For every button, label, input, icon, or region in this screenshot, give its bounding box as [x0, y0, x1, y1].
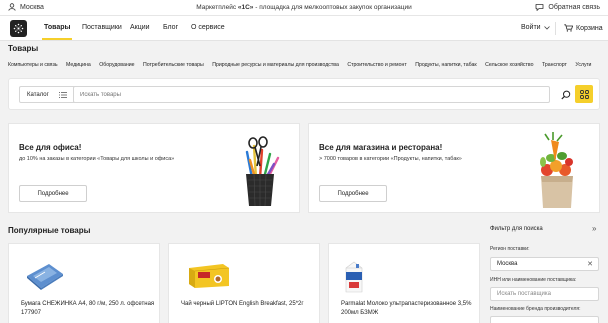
page-title: Товары: [8, 44, 39, 53]
banner-title: Все для магазина и ресторана!: [319, 143, 443, 152]
product-card[interactable]: Бумага СНЕЖИНКА А4, 80 г/м, 250 л. офсет…: [8, 243, 160, 323]
brand-label: Наименование бренда производителя:: [490, 306, 581, 312]
search-icon: [560, 90, 570, 99]
list-icon: [58, 91, 67, 98]
logo-icon: [13, 23, 24, 34]
category-link[interactable]: Сельское хозяйство: [485, 62, 533, 68]
product-card[interactable]: Чай черный LIPTON English Breakfast, 25*…: [168, 243, 320, 323]
promo-brand: «1С»: [237, 4, 254, 11]
tab-about[interactable]: О сервисе: [191, 24, 225, 31]
product-name: Чай черный LIPTON English Breakfast, 25*…: [181, 301, 304, 307]
search-panel: Каталог: [8, 78, 600, 110]
cart-icon: [564, 24, 573, 32]
region-field[interactable]: Москва ✕: [490, 257, 599, 271]
promo-text: Маркетплейс «1С» - площадка для мелкоопт…: [0, 4, 608, 11]
collapse-icon[interactable]: »: [592, 224, 596, 233]
product-card[interactable]: Parmalat Молоко ультрапастеризованное 3,…: [328, 243, 480, 323]
promo-banner-office[interactable]: Все для офиса! до 10% на заказы в катего…: [8, 123, 300, 213]
marketplace-logo[interactable]: [10, 20, 27, 37]
category-link[interactable]: Транспорт: [542, 62, 567, 68]
nav-divider: [555, 22, 556, 35]
category-link[interactable]: Компьютеры и связь: [8, 62, 58, 68]
top-bar: Москва Маркетплейс «1С» - площадка для м…: [0, 0, 608, 16]
catalog-label: Каталог: [27, 91, 49, 98]
tea-box-image: [189, 264, 230, 288]
promo-prefix: Маркетплейс: [196, 4, 238, 11]
login-label: Войти: [521, 24, 541, 31]
stationery-cup-image: [245, 136, 280, 207]
tab-blog[interactable]: Блог: [163, 24, 178, 31]
supplier-search-input[interactable]: Искать поставщика: [490, 287, 599, 301]
clear-icon[interactable]: ✕: [587, 260, 593, 268]
filter-title: Фильтр для поиска: [490, 226, 543, 232]
category-link[interactable]: Природные ресурсы и материалы для произв…: [212, 62, 339, 68]
popular-products-title: Популярные товары: [8, 226, 91, 235]
paper-pack-image: [27, 264, 63, 290]
main-nav: Товары Поставщики Акции Блог О сервисе В…: [0, 16, 608, 41]
more-button[interactable]: Подробнее: [19, 185, 87, 202]
catalog-button[interactable]: Каталог: [19, 86, 77, 103]
more-button[interactable]: Подробнее: [319, 185, 387, 202]
tab-goods[interactable]: Товары: [41, 24, 73, 40]
category-list: Компьютеры и связь Медицина Оборудование…: [8, 62, 600, 68]
grid-icon: [579, 89, 589, 99]
search-input[interactable]: [73, 86, 550, 103]
tab-promotions[interactable]: Акции: [130, 24, 150, 31]
grocery-bag-image: [540, 132, 573, 208]
tab-suppliers[interactable]: Поставщики: [82, 24, 122, 31]
product-name: Бумага СНЕЖИНКА А4, 80 г/м, 250 л. офсет…: [21, 301, 155, 316]
region-value: Москва: [497, 261, 518, 267]
cart-button[interactable]: Корзина: [564, 24, 603, 32]
region-label: Регион поставки:: [490, 246, 530, 252]
chat-icon: [536, 4, 544, 11]
promo-suffix: - площадка для мелкооптовых закупок орга…: [253, 4, 412, 11]
category-link[interactable]: Продукты, напитки, табак: [415, 62, 476, 68]
category-link[interactable]: Оборудование: [99, 62, 134, 68]
category-link[interactable]: Строительство и ремонт: [347, 62, 406, 68]
search-filter-panel: Фильтр для поиска » Регион поставки: Мос…: [484, 223, 608, 323]
milk-carton-image: [345, 261, 363, 293]
search-button[interactable]: [557, 86, 574, 103]
category-link[interactable]: Услуги: [575, 62, 591, 68]
category-grid-button[interactable]: [575, 85, 593, 103]
feedback-label: Обратная связь: [548, 3, 600, 11]
category-link[interactable]: Потребительские товары: [143, 62, 204, 68]
inn-label: ИНН или наименование поставщика:: [490, 277, 577, 283]
promo-banner-shop[interactable]: Все для магазина и ресторана! > 7000 тов…: [308, 123, 600, 213]
banner-title: Все для офиса!: [19, 143, 82, 152]
brand-field[interactable]: [490, 316, 599, 323]
feedback-link[interactable]: Обратная связь: [535, 3, 600, 11]
product-name: Parmalat Молоко ультрапастеризованное 3,…: [341, 301, 472, 316]
chevron-down-icon: [543, 25, 550, 30]
category-link[interactable]: Медицина: [66, 62, 91, 68]
login-button[interactable]: Войти: [521, 24, 550, 31]
banner-text: > 7000 товаров в категории «Продукты, на…: [319, 156, 462, 162]
cart-label: Корзина: [576, 24, 603, 32]
banner-text: до 10% на заказы в категории «Товары для…: [19, 156, 175, 162]
